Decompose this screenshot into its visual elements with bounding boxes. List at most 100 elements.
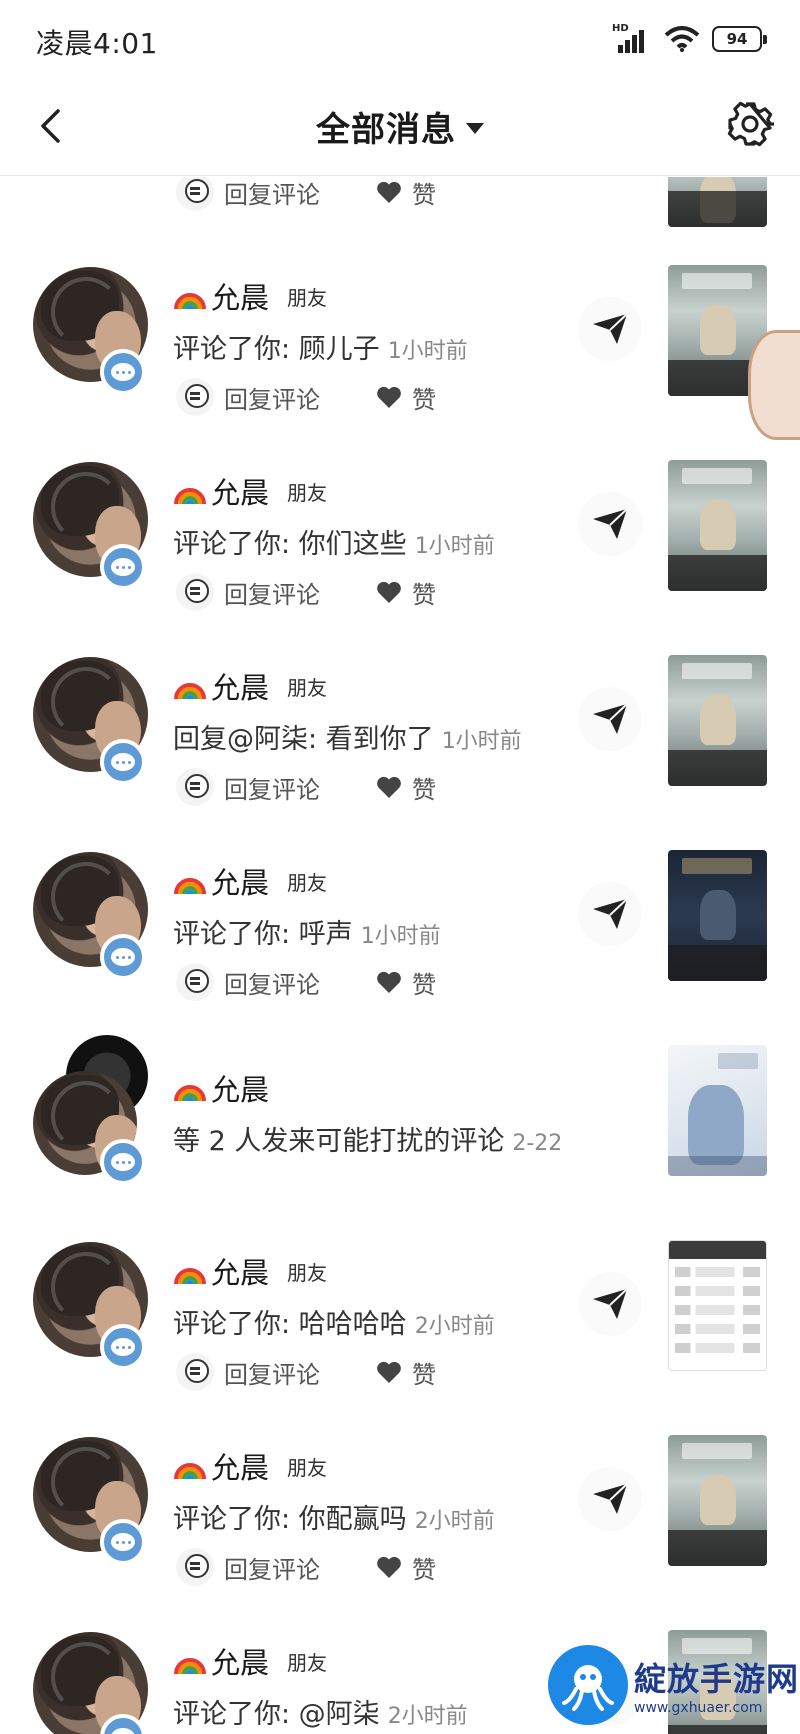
message-item[interactable]: 允晨 朋友评论了你: 你们这些 1小时前回复评论 赞: [0, 438, 800, 633]
name-row: 允晨 朋友: [173, 1250, 327, 1292]
post-thumbnail[interactable]: [668, 460, 767, 591]
message-item[interactable]: 允晨 朋友评论了你: 顾儿子 1小时前回复评论 赞: [0, 243, 800, 438]
rainbow-icon: [174, 1085, 206, 1102]
relation-tag: 朋友: [287, 1455, 328, 1480]
meme-sticker-icon: [176, 378, 214, 416]
meme-sticker-icon: [176, 1548, 214, 1586]
message-time: 1小时前: [441, 729, 522, 754]
message-filter-dropdown[interactable]: 全部消息: [0, 102, 800, 151]
send-arrow-icon: [593, 1288, 628, 1319]
like-button[interactable]: 赞: [412, 1355, 436, 1390]
like-button[interactable]: 赞: [412, 380, 436, 415]
sender-name[interactable]: 允晨: [211, 470, 269, 512]
sender-name[interactable]: 允晨: [211, 1250, 269, 1292]
sender-name[interactable]: 允晨: [211, 860, 269, 902]
like-button[interactable]: 赞: [412, 1550, 436, 1585]
battery-level: 94: [726, 30, 748, 48]
message-text[interactable]: 评论了你: @阿柒 2小时前: [173, 1692, 468, 1731]
like-button[interactable]: 赞: [412, 965, 436, 1000]
watermark-logo-icon: [548, 1645, 628, 1725]
post-thumbnail[interactable]: [668, 1240, 767, 1371]
reply-comment-button[interactable]: 回复评论: [224, 177, 320, 210]
sender-name[interactable]: 允晨: [211, 665, 269, 707]
name-row: 允晨: [173, 1067, 269, 1109]
meme-sticker-icon: [176, 768, 214, 806]
sender-name[interactable]: 允晨: [211, 1445, 269, 1487]
message-content: 评论了你: 你配赢吗: [173, 1504, 407, 1535]
reply-comment-button[interactable]: 回复评论: [224, 1355, 320, 1390]
like-button[interactable]: 赞: [412, 177, 436, 210]
message-actions: 回复评论 赞: [176, 1548, 436, 1586]
share-button[interactable]: [578, 687, 642, 751]
message-text[interactable]: 评论了你: 你们这些 1小时前: [173, 522, 495, 561]
post-thumbnail[interactable]: [668, 1045, 767, 1176]
message-text[interactable]: 评论了你: 顾儿子 1小时前: [173, 327, 468, 366]
meme-sticker-icon: [176, 573, 214, 611]
rainbow-icon: [174, 293, 206, 310]
message-time: 1小时前: [360, 924, 441, 949]
share-button[interactable]: [578, 1467, 642, 1531]
message-list[interactable]: 回复评论赞允晨 朋友 评论了你: 顾儿子 1小时前 回复评论赞允晨 朋友 评论了你: 你们这…: [0, 177, 800, 1734]
like-button[interactable]: 赞: [412, 575, 436, 610]
message-item[interactable]: 回复评论 赞: [0, 177, 800, 243]
name-row: 允晨 朋友: [173, 1445, 327, 1487]
message-item[interactable]: 允晨 朋友评论了你: 哈哈哈哈 2小时前回复评论 赞: [0, 1218, 800, 1413]
relation-tag: 朋友: [287, 285, 328, 310]
heart-icon[interactable]: [376, 385, 402, 409]
share-button[interactable]: [578, 882, 642, 946]
heart-icon[interactable]: [376, 1360, 402, 1384]
reply-comment-button[interactable]: 回复评论: [224, 770, 320, 805]
message-text[interactable]: 评论了你: 你配赢吗 2小时前: [173, 1497, 495, 1536]
heart-icon[interactable]: [376, 775, 402, 799]
meme-sticker-icon: [176, 963, 214, 1001]
share-button[interactable]: [578, 1272, 642, 1336]
name-row: 允晨 朋友: [173, 470, 327, 512]
like-button[interactable]: 赞: [412, 770, 436, 805]
message-content: 回复@阿柒: 看到你了: [173, 724, 434, 755]
heart-icon[interactable]: [376, 1555, 402, 1579]
reply-comment-button[interactable]: 回复评论: [224, 1550, 320, 1585]
settings-gear-icon[interactable]: [726, 100, 774, 148]
message-content: 评论了你: 顾儿子: [173, 334, 380, 365]
message-text[interactable]: 回复@阿柒: 看到你了 1小时前: [173, 717, 522, 756]
reply-comment-button[interactable]: 回复评论: [224, 575, 320, 610]
reply-comment-button[interactable]: 回复评论: [224, 380, 320, 415]
message-item[interactable]: 允晨等 2 人发来可能打扰的评论 2-22: [0, 1023, 800, 1218]
heart-icon[interactable]: [376, 970, 402, 994]
sender-name[interactable]: 允晨: [211, 275, 269, 317]
rainbow-icon: [174, 1658, 206, 1675]
heart-icon[interactable]: [376, 580, 402, 604]
floating-side-widget[interactable]: [748, 330, 800, 440]
send-arrow-icon: [593, 1483, 628, 1514]
comment-badge-icon: [100, 934, 146, 980]
reply-comment-button[interactable]: 回复评论: [224, 965, 320, 1000]
message-content: 评论了你: @阿柒: [173, 1699, 380, 1730]
message-text[interactable]: 评论了你: 呼声 1小时前: [173, 912, 441, 951]
name-row: 允晨 朋友: [173, 1640, 327, 1682]
send-arrow-icon: [593, 898, 628, 929]
message-item[interactable]: 允晨 朋友评论了你: 你配赢吗 2小时前回复评论 赞: [0, 1413, 800, 1608]
sender-name[interactable]: 允晨: [211, 1067, 269, 1109]
rainbow-icon: [174, 488, 206, 505]
message-time: 2-22: [512, 1131, 563, 1156]
message-actions: 回复评论 赞: [176, 963, 436, 1001]
relation-tag: 朋友: [287, 480, 328, 505]
caret-down-icon: [466, 123, 484, 134]
site-watermark: 綻放手游网 www.gxhuaer.com: [548, 1636, 800, 1734]
relation-tag: 朋友: [287, 1260, 328, 1285]
heart-icon[interactable]: [376, 180, 402, 204]
message-item[interactable]: 允晨 朋友 评论了你: 呼声 1小时前 回复评论 赞: [0, 828, 800, 1023]
post-thumbnail[interactable]: [668, 850, 767, 981]
status-time: 凌晨4:01: [36, 27, 158, 60]
post-thumbnail[interactable]: [668, 655, 767, 786]
post-thumbnail[interactable]: [668, 1435, 767, 1566]
relation-tag: 朋友: [287, 1650, 328, 1675]
cellular-signal-icon: HD: [612, 23, 652, 53]
post-thumbnail[interactable]: [668, 177, 767, 227]
message-item[interactable]: 允晨 朋友 回复@阿柒: 看到你了 1小时前 回复评论 赞: [0, 633, 800, 828]
message-text[interactable]: 评论了你: 哈哈哈哈 2小时前: [173, 1302, 495, 1341]
share-button[interactable]: [578, 297, 642, 361]
sender-name[interactable]: 允晨: [211, 1640, 269, 1682]
message-text[interactable]: 等 2 人发来可能打扰的评论 2-22: [173, 1119, 562, 1158]
share-button[interactable]: [578, 492, 642, 556]
